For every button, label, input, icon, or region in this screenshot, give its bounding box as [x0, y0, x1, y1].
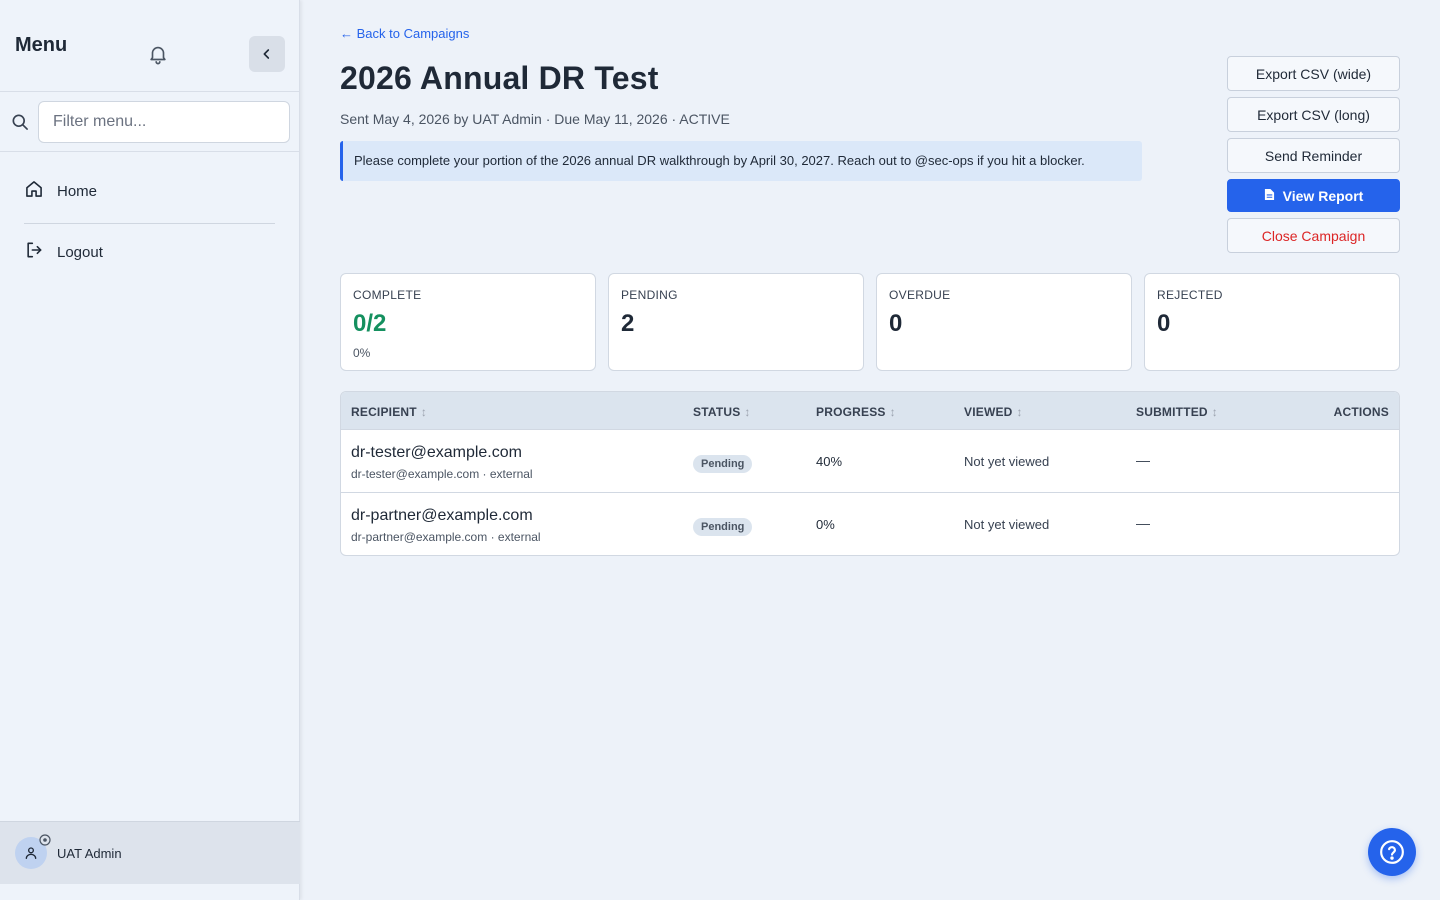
user-icon: [25, 847, 37, 859]
button-label: Close Campaign: [1261, 227, 1366, 244]
sidebar-search: [0, 92, 299, 152]
back-to-campaigns-link[interactable]: ← Back to Campaigns: [340, 26, 469, 41]
button-label: Export CSV (long): [1257, 106, 1370, 123]
notice-text: Please complete your portion of the 2026…: [354, 153, 1085, 168]
send-reminder-button[interactable]: Send Reminder: [1227, 138, 1400, 173]
recipients-table: RECIPIENT ↕ STATUS ↕ PROGRESS ↕ VIEWED ↕ SUB…: [340, 391, 1400, 556]
sort-icon: ↕: [744, 405, 751, 419]
user-name: UAT Admin: [57, 845, 122, 861]
campaign-meta: Sent May 4, 2026 by UAT Admin · Due May …: [340, 111, 730, 127]
stat-value: 0: [1157, 310, 1171, 337]
stat-card-rejected: REJECTED 0: [1144, 273, 1400, 371]
help-icon: [1380, 840, 1404, 864]
campaign-notice: Please complete your portion of the 2026…: [340, 141, 1142, 181]
sidebar-divider: [24, 223, 275, 224]
sort-icon: ↕: [420, 405, 428, 419]
button-label: Send Reminder: [1264, 147, 1363, 164]
sidebar-item-label: Home: [57, 182, 98, 200]
sort-icon: ↕: [889, 405, 896, 419]
submitted-value: —: [1136, 452, 1150, 468]
recipient-email: dr-partner@example.com: [351, 507, 533, 524]
page-title: 2026 Annual DR Test: [340, 60, 659, 96]
close-campaign-button[interactable]: Close Campaign: [1227, 218, 1400, 253]
stat-card-overdue: OVERDUE 0: [876, 273, 1132, 371]
viewed-value: Not yet viewed: [964, 454, 1050, 469]
stat-card-complete: COMPLETE 0/2 0%: [340, 273, 596, 371]
home-icon: [24, 179, 44, 203]
button-label: Export CSV (wide): [1255, 65, 1372, 82]
column-header-recipient[interactable]: RECIPIENT ↕: [351, 405, 427, 419]
sidebar-item-label: Logout: [57, 243, 103, 261]
user-footer[interactable]: UAT Admin: [0, 821, 300, 884]
button-label: View Report: [1282, 187, 1364, 204]
chevron-left-icon: [263, 49, 270, 59]
column-header-status[interactable]: STATUS ↕: [693, 405, 751, 419]
table-row[interactable]: dr-tester@example.com dr-tester@example.…: [341, 430, 1399, 493]
progress-value: 0%: [816, 517, 835, 532]
sidebar-item-logout[interactable]: Logout: [24, 240, 103, 264]
table-header: RECIPIENT ↕ STATUS ↕ PROGRESS ↕ VIEWED ↕ SUB…: [341, 392, 1399, 430]
table-row[interactable]: dr-partner@example.com dr-partner@exampl…: [341, 493, 1399, 555]
recipient-detail: dr-partner@example.com · external: [351, 530, 541, 544]
sidebar: Menu Home: [0, 0, 300, 900]
column-header-actions: ACTIONS: [1333, 405, 1389, 419]
column-header-submitted[interactable]: SUBMITTED ↕: [1136, 405, 1218, 419]
avatar[interactable]: [15, 834, 51, 869]
stat-value: 0: [889, 310, 903, 337]
stat-label: REJECTED: [1157, 288, 1223, 302]
stat-value: 2: [621, 310, 635, 337]
sidebar-header: Menu: [0, 0, 299, 92]
sidebar-title: Menu: [15, 34, 68, 56]
stat-value: 0/2: [353, 310, 387, 337]
export-csv-wide-button[interactable]: Export CSV (wide): [1227, 56, 1400, 91]
stat-card-pending: PENDING 2: [608, 273, 864, 371]
submitted-value: —: [1136, 515, 1150, 531]
export-csv-long-button[interactable]: Export CSV (long): [1227, 97, 1400, 132]
progress-value: 40%: [816, 454, 843, 469]
viewed-value: Not yet viewed: [964, 517, 1050, 532]
column-header-viewed[interactable]: VIEWED ↕: [964, 405, 1023, 419]
sort-icon: ↕: [1211, 405, 1218, 419]
document-icon: [1264, 188, 1275, 204]
stat-label: COMPLETE: [353, 288, 422, 302]
bell-icon[interactable]: [147, 43, 169, 65]
gear-icon: [39, 833, 51, 846]
collapse-sidebar-button[interactable]: [249, 36, 285, 72]
status-badge: Pending: [693, 455, 753, 473]
help-button[interactable]: [1368, 828, 1416, 876]
search-icon: [10, 112, 30, 132]
stat-label: PENDING: [621, 288, 678, 302]
column-header-progress[interactable]: PROGRESS ↕: [816, 405, 896, 419]
status-badge: Pending: [693, 518, 753, 536]
recipient-detail: dr-tester@example.com · external: [351, 467, 533, 481]
filter-menu-input[interactable]: [38, 101, 290, 143]
stat-percent: 0%: [353, 346, 371, 360]
recipient-email: dr-tester@example.com: [351, 444, 522, 461]
logout-icon: [24, 240, 44, 264]
stat-label: OVERDUE: [889, 288, 951, 302]
sort-icon: ↕: [1016, 405, 1023, 419]
view-report-button[interactable]: View Report: [1227, 179, 1400, 212]
sidebar-item-home[interactable]: Home: [24, 179, 97, 203]
